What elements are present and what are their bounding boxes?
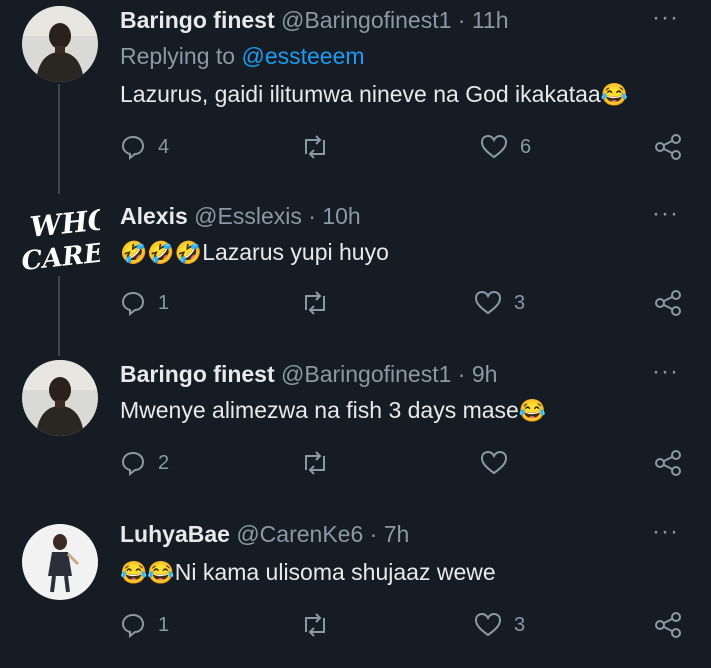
timestamp[interactable]: · 10h [308, 203, 360, 229]
retweet-button[interactable] [300, 290, 342, 316]
tweet[interactable]: WHO CARES? Alexis @Esslexis · 10h ··· 🤣🤣… [0, 202, 711, 332]
like-count: 6 [520, 135, 532, 158]
reply-icon [121, 451, 145, 476]
reply-count: 2 [158, 451, 170, 474]
display-name[interactable]: Alexis [120, 203, 188, 229]
who-cares-logo[interactable]: WHO CARES? [18, 202, 140, 284]
mention-link[interactable]: @essteeem [241, 43, 364, 69]
svg-text:WHO: WHO [28, 204, 100, 244]
more-options-icon[interactable]: ··· [652, 360, 679, 384]
tweet-text: Lazurus, gaidi ilitumwa nineve na God ik… [120, 80, 628, 109]
reply-icon [121, 291, 145, 316]
more-options-icon[interactable]: ··· [652, 202, 679, 226]
heart-icon [480, 450, 508, 475]
like-button[interactable]: 3 [474, 290, 525, 316]
person-avatar-icon [22, 524, 98, 600]
more-options-icon[interactable]: ··· [652, 6, 679, 30]
laughing-emoji: 😂😂 [120, 560, 175, 585]
timestamp[interactable]: · 9h [458, 361, 498, 387]
share-button[interactable] [654, 450, 682, 476]
reply-button[interactable]: 4 [120, 134, 169, 160]
retweet-icon [305, 613, 325, 637]
share-button[interactable] [654, 134, 682, 160]
retweet-button[interactable] [300, 612, 342, 638]
like-button[interactable] [480, 450, 520, 476]
share-icon [655, 290, 681, 316]
retweet-icon [305, 291, 325, 315]
reply-icon [121, 135, 145, 160]
share-button[interactable] [654, 612, 682, 638]
tweet-text-content: Mwenye alimezwa na fish 3 days mase [120, 397, 519, 423]
user-handle[interactable]: @Baringofinest1 [281, 7, 451, 33]
retweet-button[interactable] [300, 134, 342, 160]
laughing-emoji: 😂 [518, 398, 547, 423]
share-icon [655, 450, 681, 476]
tweet[interactable]: Baringo finest @Baringofinest1 · 11h ···… [0, 6, 711, 176]
tweet-text: 😂😂Ni kama ulisoma shujaaz wewe [120, 558, 496, 587]
timestamp[interactable]: · 11h [458, 7, 509, 33]
laughing-emoji: 😂 [600, 82, 629, 107]
reply-count: 4 [158, 135, 170, 158]
tweet-header: LuhyaBae @CarenKe6 · 7h [120, 520, 409, 548]
user-handle[interactable]: @Esslexis [194, 203, 302, 229]
display-name[interactable]: LuhyaBae [120, 521, 230, 547]
avatar[interactable] [22, 524, 98, 600]
heart-icon [474, 612, 502, 637]
rofl-emoji: 🤣🤣🤣 [120, 240, 203, 265]
tweet-text-content: Lazarus yupi huyo [202, 239, 389, 265]
tweet-actions: 4 6 [120, 134, 700, 168]
tweet[interactable]: LuhyaBae @CarenKe6 · 7h ··· 😂😂Ni kama ul… [0, 520, 711, 660]
tweet-header: Baringo finest @Baringofinest1 · 11h [120, 6, 509, 34]
replying-to: Replying to @essteeem [120, 42, 365, 70]
share-button[interactable] [654, 290, 682, 316]
like-button[interactable]: 3 [474, 612, 525, 638]
reply-button[interactable]: 1 [120, 612, 169, 638]
tweet-text-content: Ni kama ulisoma shujaaz wewe [174, 559, 496, 585]
like-button[interactable]: 6 [480, 134, 531, 160]
share-icon [655, 134, 681, 160]
display-name[interactable]: Baringo finest [120, 7, 275, 33]
tweet-header: Baringo finest @Baringofinest1 · 9h [120, 360, 497, 388]
reply-icon [121, 613, 145, 638]
heart-icon [474, 290, 502, 315]
reply-count: 1 [158, 613, 170, 636]
tweet-text: 🤣🤣🤣Lazarus yupi huyo [120, 238, 389, 267]
more-options-icon[interactable]: ··· [652, 520, 679, 544]
retweet-icon [305, 135, 325, 159]
timestamp[interactable]: · 7h [370, 521, 410, 547]
reply-button[interactable]: 2 [120, 450, 169, 476]
like-count: 3 [514, 613, 526, 636]
tweet-header: Alexis @Esslexis · 10h [120, 202, 361, 230]
tweet-text: Mwenye alimezwa na fish 3 days mase😂 [120, 396, 546, 425]
retweet-icon [305, 451, 325, 475]
user-handle[interactable]: @Baringofinest1 [281, 361, 451, 387]
heart-icon [480, 134, 508, 159]
person-avatar-icon [22, 6, 98, 82]
tweet-actions: 2 [120, 450, 700, 484]
display-name[interactable]: Baringo finest [120, 361, 275, 387]
tweet[interactable]: Baringo finest @Baringofinest1 · 9h ··· … [0, 360, 711, 490]
user-handle[interactable]: @CarenKe6 [236, 521, 363, 547]
avatar[interactable] [22, 360, 98, 436]
tweet-text-content: Lazurus, gaidi ilitumwa nineve na God ik… [120, 81, 601, 107]
replying-prefix: Replying to [120, 43, 242, 69]
avatar[interactable] [22, 6, 98, 82]
tweet-actions: 1 3 [120, 290, 700, 324]
share-icon [655, 612, 681, 638]
person-avatar-icon [22, 360, 98, 436]
who-cares-logo-icon: WHO CARES? [20, 202, 140, 277]
reply-count: 1 [158, 291, 170, 314]
like-count: 3 [514, 291, 526, 314]
reply-button[interactable]: 1 [120, 290, 169, 316]
retweet-button[interactable] [300, 450, 342, 476]
tweet-actions: 1 3 [120, 612, 700, 646]
